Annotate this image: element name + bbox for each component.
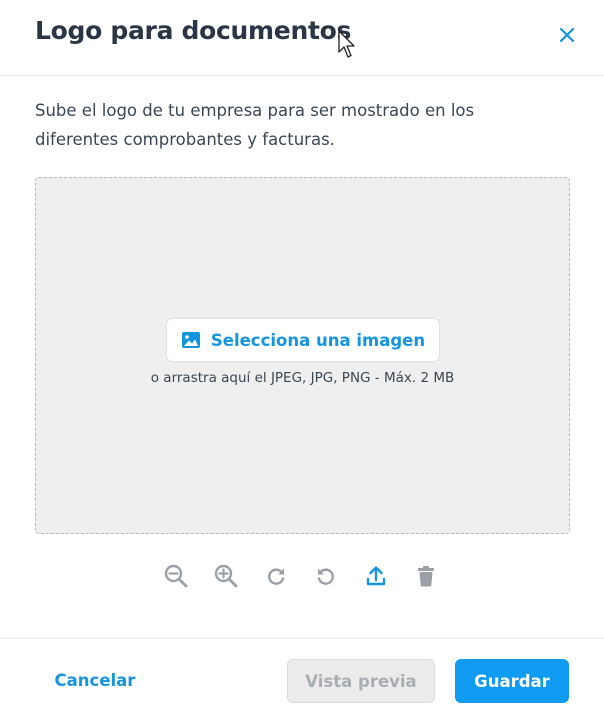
dialog-title: Logo para documentos — [35, 16, 352, 45]
dialog-footer: Cancelar Vista previa Guardar — [0, 638, 604, 716]
rotate-left-button[interactable] — [312, 562, 340, 590]
save-button[interactable]: Guardar — [455, 659, 569, 703]
select-image-button[interactable]: Selecciona una imagen — [166, 318, 440, 362]
preview-button[interactable]: Vista previa — [287, 659, 435, 703]
select-image-label: Selecciona una imagen — [210, 330, 426, 350]
upload-icon — [366, 566, 386, 586]
dialog-description: Sube el logo de tu empresa para ser most… — [35, 101, 475, 149]
zoom-in-button[interactable] — [212, 562, 240, 590]
dropzone-hint: o arrastra aquí el JPEG, JPG, PNG - Máx.… — [150, 370, 455, 386]
image-icon — [181, 332, 200, 348]
cancel-button[interactable]: Cancelar — [40, 659, 150, 701]
rotate-right-button[interactable] — [262, 562, 290, 590]
zoom-out-button[interactable] — [162, 562, 190, 590]
image-toolbar — [162, 562, 440, 590]
close-icon — [559, 27, 575, 43]
image-dropzone[interactable]: Selecciona una imagen o arrastra aquí el… — [35, 177, 570, 534]
rotate-right-icon — [268, 568, 285, 585]
rotate-left-icon — [317, 568, 334, 585]
zoom-out-icon — [164, 564, 188, 588]
mouse-cursor-icon — [338, 30, 355, 58]
trash-icon — [418, 566, 434, 587]
delete-button[interactable] — [412, 562, 440, 590]
zoom-in-icon — [214, 564, 238, 588]
close-button[interactable] — [553, 21, 581, 49]
dialog-header: Logo para documentos — [0, 0, 604, 76]
upload-button[interactable] — [362, 562, 390, 590]
